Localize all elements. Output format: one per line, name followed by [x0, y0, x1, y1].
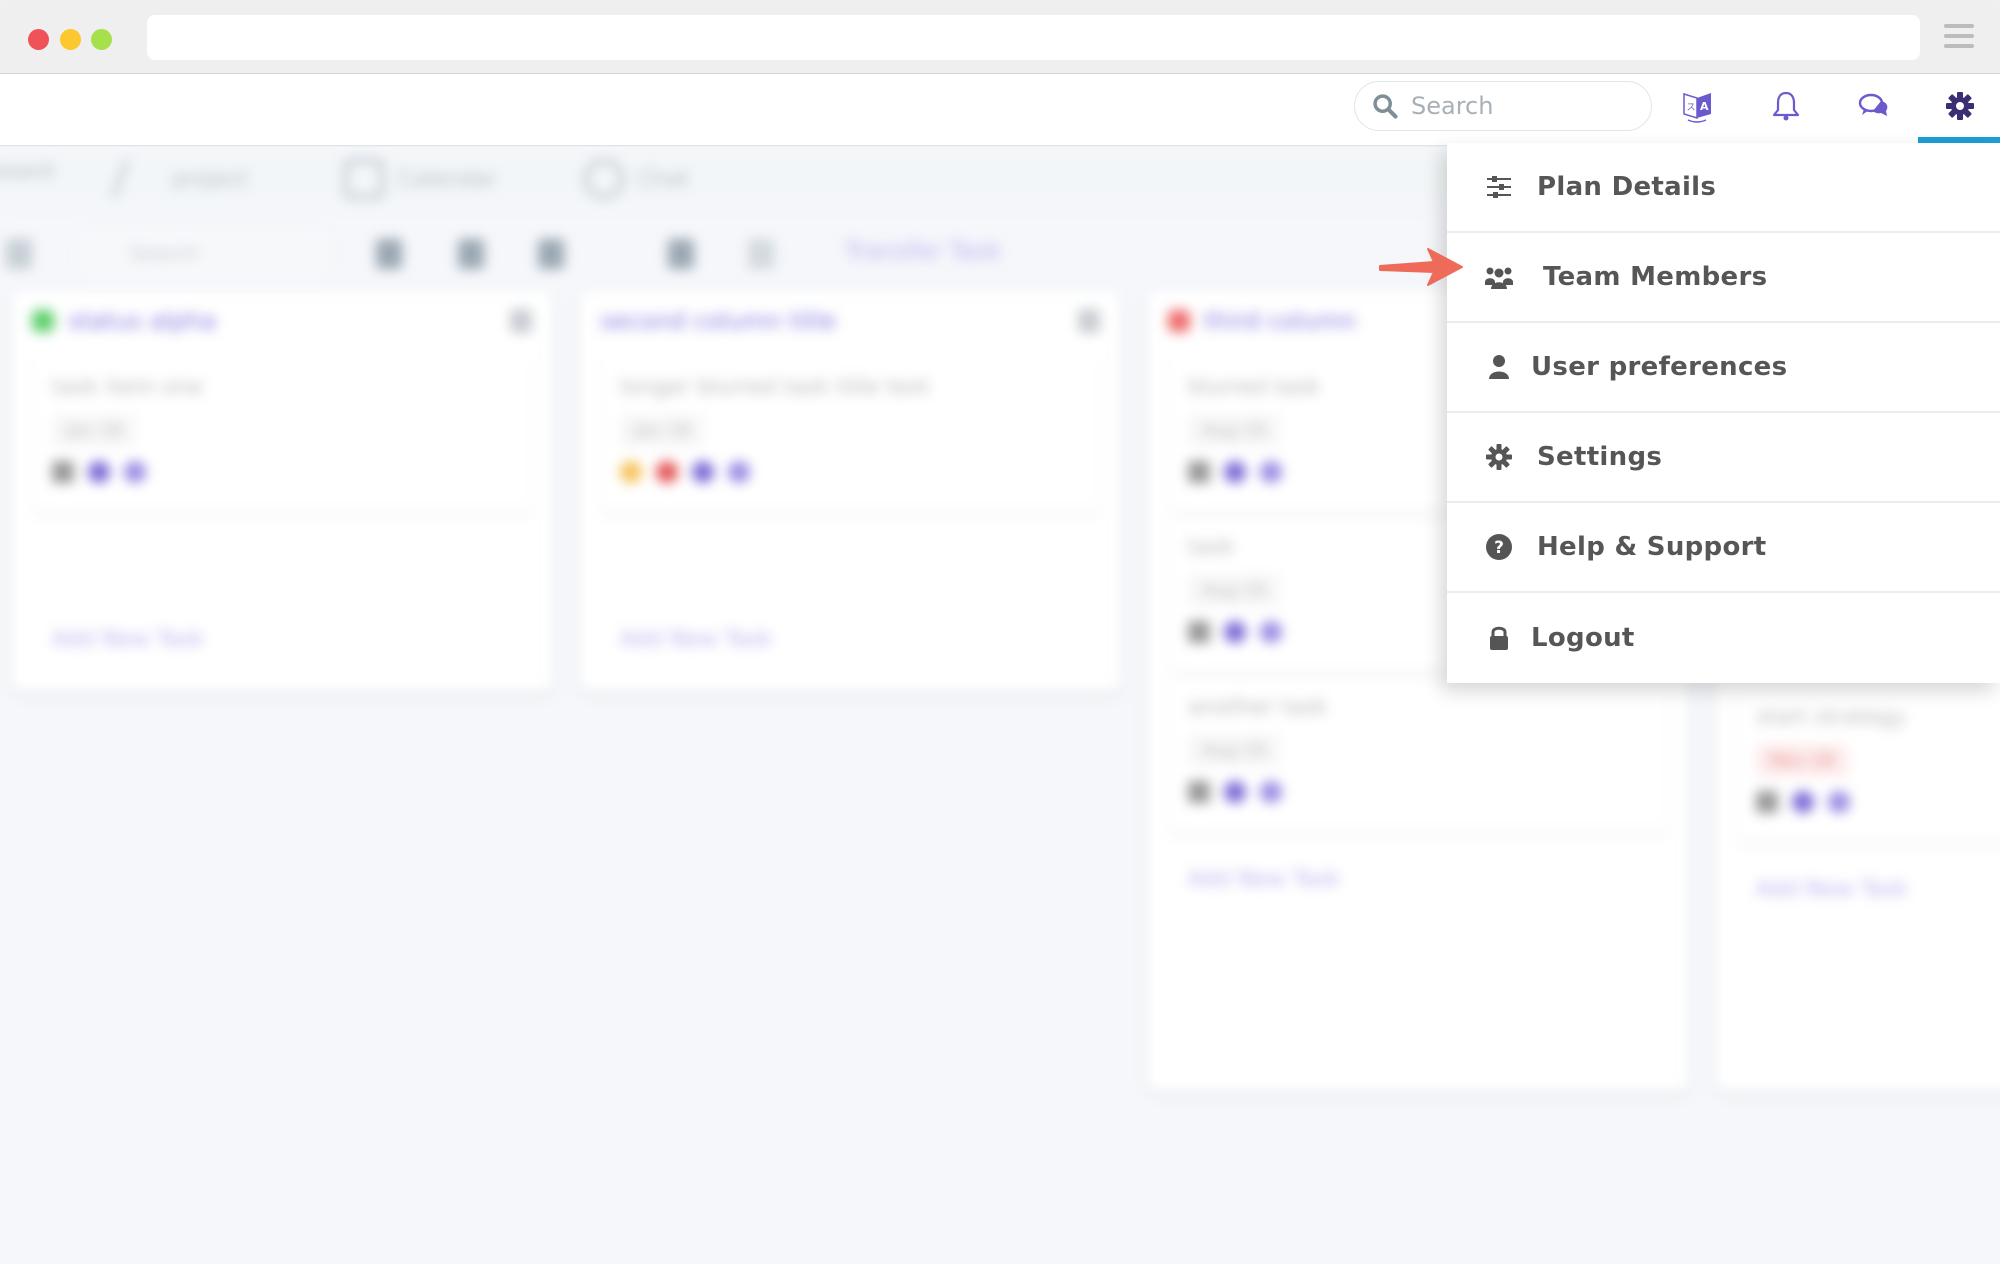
status-dot — [32, 310, 54, 332]
group-button[interactable] — [538, 239, 564, 269]
sliders-icon — [1483, 171, 1515, 203]
task-card[interactable]: start strategy Nov 18 — [1736, 691, 2000, 841]
tab-chat[interactable]: Chat — [584, 159, 689, 199]
edit-icon[interactable] — [510, 309, 532, 333]
transfer-task-button[interactable]: Transfer Task — [845, 237, 1001, 265]
close-window-button[interactable] — [28, 29, 49, 50]
dropdown-toggle[interactable] — [6, 239, 32, 269]
add-new-task-button[interactable]: Add New Task — [1716, 851, 2000, 928]
copy-button[interactable] — [668, 239, 694, 269]
tab-project[interactable]: project — [110, 159, 248, 199]
menu-item-logout[interactable]: Logout — [1447, 593, 2000, 683]
menu-item-help-support[interactable]: ? Help & Support — [1447, 503, 2000, 593]
svg-text:ス: ス — [1687, 103, 1696, 113]
svg-text:?: ? — [1494, 538, 1504, 558]
tab-board[interactable]: board — [0, 159, 54, 184]
user-icon — [1483, 351, 1515, 383]
sort-button[interactable] — [458, 239, 484, 269]
menu-item-team-members[interactable]: Team Members — [1447, 233, 2000, 323]
menu-item-user-preferences[interactable]: User preferences — [1447, 323, 2000, 413]
translate-icon: ス A — [1683, 92, 1711, 123]
filter-button[interactable] — [376, 239, 402, 269]
board-search-input[interactable]: Search — [80, 231, 330, 277]
users-icon — [1483, 261, 1515, 293]
translate-button[interactable]: ス A — [1676, 84, 1720, 128]
hamburger-icon[interactable] — [1944, 24, 1974, 50]
annotation-arrow-icon — [1379, 248, 1463, 286]
gear-icon — [1946, 92, 1974, 120]
notifications-button[interactable] — [1764, 84, 1808, 128]
tab-calendar[interactable]: Calendar — [344, 159, 497, 199]
address-bar[interactable] — [147, 15, 1920, 60]
chat-bubble-icon — [584, 159, 624, 199]
lock-icon — [1483, 622, 1515, 654]
gear-icon — [1483, 441, 1515, 473]
chat-icon — [1858, 93, 1888, 116]
search-box[interactable] — [1354, 81, 1652, 131]
task-card[interactable]: another task Aug 18 — [1168, 681, 1668, 831]
svg-text:A: A — [1700, 100, 1709, 113]
status-dot — [1168, 310, 1190, 332]
settings-button[interactable] — [1938, 84, 1982, 128]
menu-item-settings[interactable]: Settings — [1447, 413, 2000, 503]
settings-dropdown-menu: Plan Details Team Members User preferenc… — [1447, 143, 2000, 683]
archive-button[interactable] — [748, 239, 774, 269]
chart-line-icon — [110, 159, 166, 199]
add-new-task-button[interactable]: Add New Task — [1148, 841, 1688, 918]
search-icon — [1373, 94, 1398, 119]
calendar-icon — [344, 159, 384, 199]
edit-icon[interactable] — [1078, 309, 1100, 333]
menu-item-plan-details[interactable]: Plan Details — [1447, 143, 2000, 233]
add-new-task-button[interactable]: Add New Task — [12, 601, 552, 678]
messages-button[interactable] — [1852, 84, 1896, 128]
task-card[interactable]: task item one Jan 18 — [32, 361, 532, 511]
board-column: second column title longer blurred task … — [580, 291, 1120, 691]
browser-chrome — [0, 0, 2000, 74]
search-input[interactable] — [1411, 92, 1631, 120]
app-header: ス A — [0, 74, 2000, 146]
maximize-window-button[interactable] — [91, 29, 112, 50]
add-new-task-button[interactable]: Add New Task — [580, 601, 1120, 678]
question-circle-icon: ? — [1483, 531, 1515, 563]
board-column: status alpha task item one Jan 18 Add Ne… — [12, 291, 552, 691]
task-card[interactable]: longer blurred task title text Jan 18 — [600, 361, 1100, 511]
minimize-window-button[interactable] — [60, 29, 81, 50]
bell-icon — [1772, 91, 1800, 121]
